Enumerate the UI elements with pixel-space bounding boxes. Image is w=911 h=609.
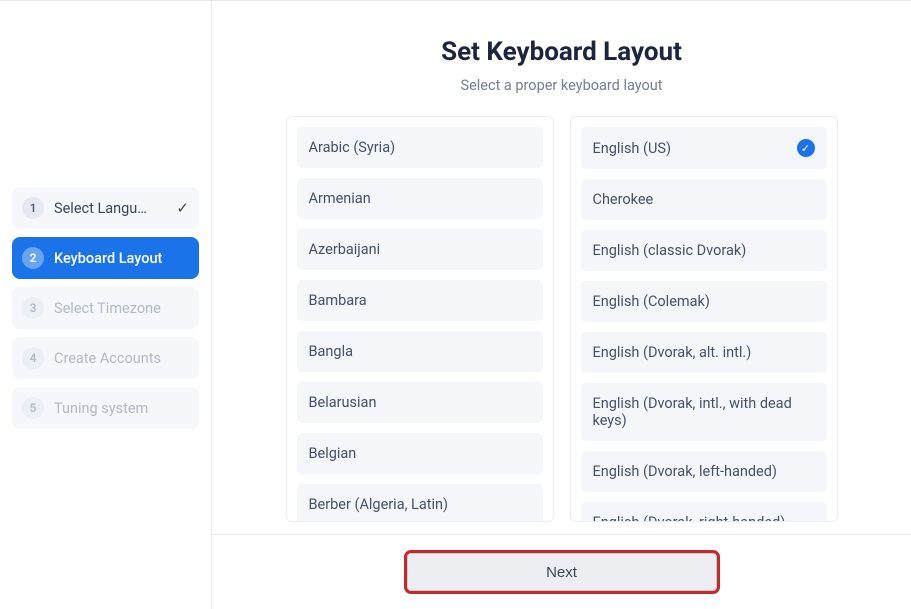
footer-bar: Next — [212, 534, 911, 609]
step-number: 4 — [22, 347, 44, 369]
list-item-label: Berber (Algeria, Latin) — [309, 496, 449, 513]
list-item-label: Bambara — [309, 292, 367, 309]
layout-lists: Arabic (Syria) Armenian Azerbaijani Bambara… — [286, 116, 838, 522]
layout-variant-item[interactable]: English (US) — [581, 127, 827, 169]
step-number: 5 — [22, 397, 44, 419]
layout-variant-list[interactable]: English (US) Cherokee English (classic Dvo… — [570, 116, 838, 522]
language-group-item[interactable]: Belarusian — [297, 382, 543, 423]
sidebar: 1 Select Langu… ✓ 2 Keyboard Layout 3 Select T… — [0, 1, 212, 609]
step-item-2[interactable]: 2 Keyboard Layout — [12, 237, 199, 279]
list-item-label: English (classic Dvorak) — [593, 242, 747, 259]
selected-check-icon — [797, 139, 815, 157]
step-label: Keyboard Layout — [54, 250, 189, 267]
step-item-1[interactable]: 1 Select Langu… ✓ — [12, 187, 199, 229]
language-group-item[interactable]: Azerbaijani — [297, 229, 543, 270]
layout-variant-item[interactable]: English (classic Dvorak) — [581, 230, 827, 271]
step-label: Tuning system — [54, 400, 189, 417]
list-item-label: English (Dvorak, intl., with dead keys) — [593, 395, 815, 429]
app-container: 1 Select Langu… ✓ 2 Keyboard Layout 3 Select T… — [0, 0, 911, 609]
step-label: Select Timezone — [54, 300, 189, 317]
layout-variant-item[interactable]: English (Colemak) — [581, 281, 827, 322]
list-item-label: Cherokee — [593, 191, 654, 208]
step-item-5[interactable]: 5 Tuning system — [12, 387, 199, 429]
list-item-label: Belgian — [309, 445, 357, 462]
step-label: Create Accounts — [54, 350, 189, 367]
list-item-label: Armenian — [309, 190, 371, 207]
list-item-label: English (US) — [593, 140, 672, 157]
check-icon: ✓ — [176, 199, 189, 217]
language-group-item[interactable]: Berber (Algeria, Latin) — [297, 484, 543, 522]
page-subtitle: Select a proper keyboard layout — [460, 77, 662, 94]
layout-variant-item[interactable]: English (Dvorak, right-handed) — [581, 502, 827, 522]
layout-variant-item[interactable]: English (Dvorak, left-handed) — [581, 451, 827, 492]
layout-variant-item[interactable]: Cherokee — [581, 179, 827, 220]
step-item-3[interactable]: 3 Select Timezone — [12, 287, 199, 329]
sidebar-spacer — [12, 19, 199, 187]
list-item-label: Azerbaijani — [309, 241, 381, 258]
layout-variant-item[interactable]: English (Dvorak, intl., with dead keys) — [581, 383, 827, 441]
step-item-4[interactable]: 4 Create Accounts — [12, 337, 199, 379]
list-item-label: Arabic (Syria) — [309, 139, 396, 156]
next-button[interactable]: Next — [407, 553, 717, 591]
step-number: 3 — [22, 297, 44, 319]
list-item-label: English (Dvorak, alt. intl.) — [593, 344, 752, 361]
list-item-label: Belarusian — [309, 394, 377, 411]
step-number: 2 — [22, 247, 44, 269]
language-group-item[interactable]: Bangla — [297, 331, 543, 372]
list-item-label: English (Colemak) — [593, 293, 710, 310]
main-panel: Set Keyboard Layout Select a proper keyb… — [212, 1, 911, 609]
step-number: 1 — [22, 197, 44, 219]
step-label: Select Langu… — [54, 200, 170, 217]
list-item-label: English (Dvorak, right-handed) — [593, 514, 786, 522]
language-group-item[interactable]: Arabic (Syria) — [297, 127, 543, 168]
language-group-item[interactable]: Armenian — [297, 178, 543, 219]
language-group-item[interactable]: Belgian — [297, 433, 543, 474]
layout-variant-item[interactable]: English (Dvorak, alt. intl.) — [581, 332, 827, 373]
list-item-label: Bangla — [309, 343, 353, 360]
list-item-label: English (Dvorak, left-handed) — [593, 463, 777, 480]
language-group-list[interactable]: Arabic (Syria) Armenian Azerbaijani Bambara… — [286, 116, 554, 522]
language-group-item[interactable]: Bambara — [297, 280, 543, 321]
page-title: Set Keyboard Layout — [441, 37, 682, 67]
